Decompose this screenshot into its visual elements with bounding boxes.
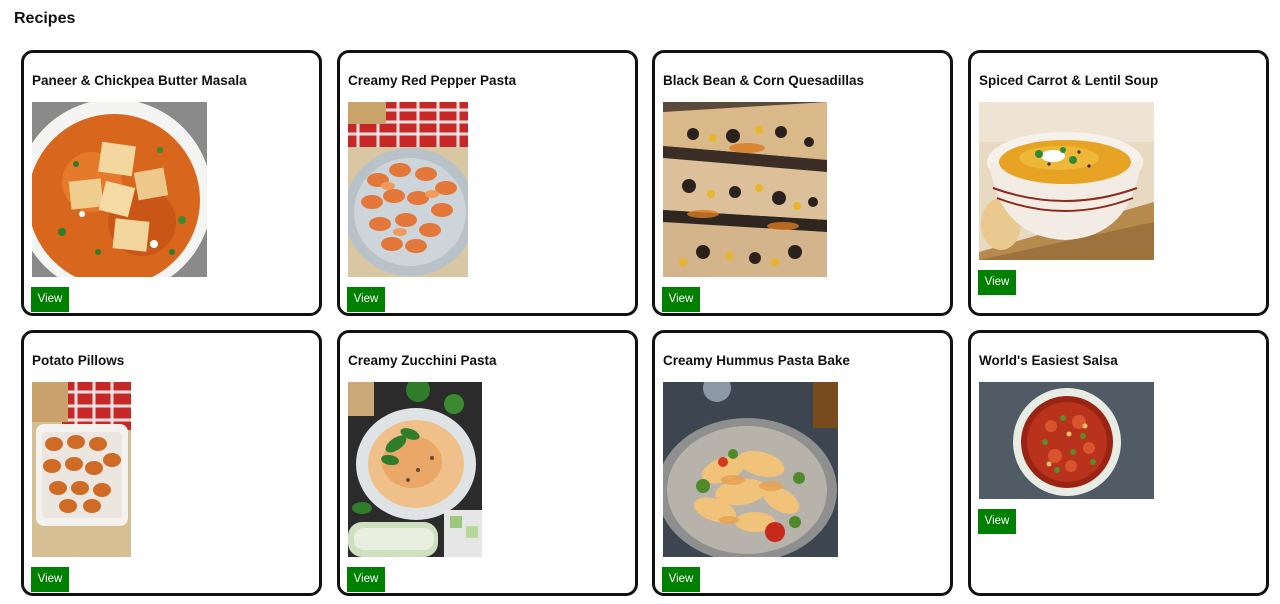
recipe-image: [348, 382, 482, 557]
view-button[interactable]: View: [31, 567, 69, 592]
recipe-title: Creamy Red Pepper Pasta: [348, 73, 517, 88]
view-button[interactable]: View: [978, 270, 1016, 295]
view-button[interactable]: View: [978, 509, 1016, 534]
recipe-card: Black Bean & Corn Quesadillas View: [652, 50, 953, 316]
recipe-image: [663, 102, 827, 277]
recipe-image: [979, 382, 1154, 499]
recipe-title: Spiced Carrot & Lentil Soup: [979, 73, 1159, 88]
recipe-image: [32, 102, 207, 277]
recipe-card: Paneer & Chickpea Butter Masala View: [21, 50, 322, 316]
recipe-card: Potato Pillows View: [21, 330, 322, 596]
recipe-title: Creamy Zucchini Pasta: [348, 353, 497, 368]
recipe-card: Creamy Zucchini Pasta View: [337, 330, 638, 596]
recipe-title: Paneer & Chickpea Butter Masala: [32, 73, 247, 88]
recipe-title: Potato Pillows: [32, 353, 125, 368]
view-button[interactable]: View: [31, 287, 69, 312]
recipe-image: [32, 382, 131, 557]
view-button[interactable]: View: [347, 567, 385, 592]
recipe-image: [348, 102, 468, 277]
recipe-title: Creamy Hummus Pasta Bake: [663, 353, 850, 368]
recipe-card: World's Easiest Salsa View: [968, 330, 1269, 596]
view-button[interactable]: View: [347, 287, 385, 312]
recipe-title: Black Bean & Corn Quesadillas: [663, 73, 865, 88]
view-button[interactable]: View: [662, 287, 700, 312]
page-title: Recipes: [14, 10, 76, 27]
view-button[interactable]: View: [662, 567, 700, 592]
recipe-card: Creamy Red Pepper Pasta View: [337, 50, 638, 316]
recipe-title: World's Easiest Salsa: [979, 353, 1118, 368]
recipe-card: Spiced Carrot & Lentil Soup View: [968, 50, 1269, 316]
recipe-card: Creamy Hummus Pasta Bake View: [652, 330, 953, 596]
recipe-image: [663, 382, 838, 557]
recipe-image: [979, 102, 1154, 260]
